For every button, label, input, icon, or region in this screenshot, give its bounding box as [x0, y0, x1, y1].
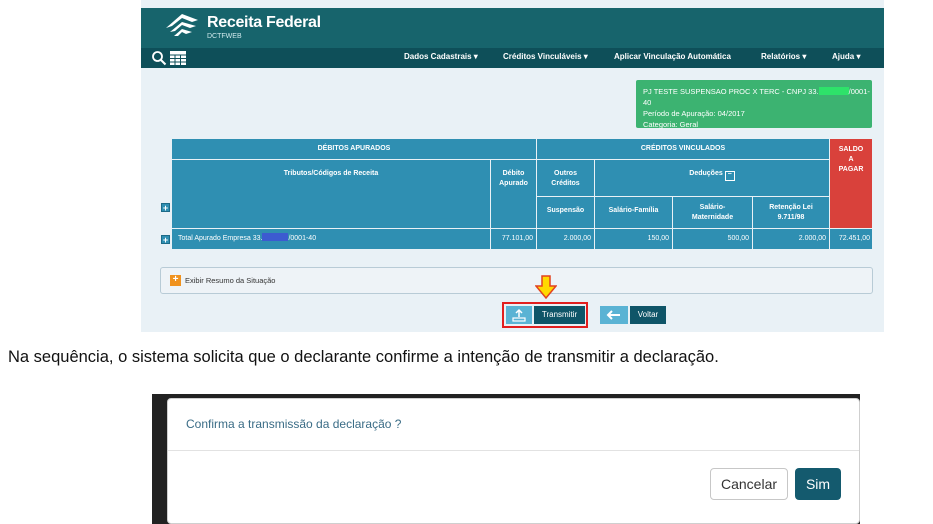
debitos-header: DÉBITOS APURADOS	[172, 139, 536, 159]
nav-relatorios[interactable]: Relatórios ▾	[761, 52, 806, 61]
cancel-button[interactable]: Cancelar	[710, 468, 788, 500]
total-row-label: Total Apurado Empresa 33./0001-40	[172, 229, 490, 249]
transmit-icon-button[interactable]	[506, 306, 532, 324]
redacted-mask	[818, 87, 849, 95]
total-saldo: 72.451,00	[830, 229, 872, 249]
col-deducoes: Deduções −	[595, 160, 829, 196]
total-debito: 77.101,00	[491, 229, 536, 249]
col-tributos: Tributos/Códigos de Receita	[172, 160, 490, 228]
grid-menu-icon[interactable]	[170, 51, 186, 65]
arrow-down-icon	[535, 275, 557, 299]
upload-icon	[512, 308, 526, 322]
nav-ajuda[interactable]: Ajuda ▾	[832, 52, 860, 61]
back-icon-button[interactable]	[600, 306, 628, 324]
creditos-header: CRÉDITOS VINCULADOS	[537, 139, 829, 159]
nav-dados-cadastrais[interactable]: Dados Cadastrais ▾	[404, 52, 478, 61]
search-icon[interactable]	[151, 50, 167, 66]
col-salario-familia: Salário-Família	[595, 197, 672, 228]
period: Período de Apuração: 04/2017	[643, 109, 745, 118]
brand-subtitle: DCTFWEB	[207, 33, 242, 40]
total-retencao: 2.000,00	[753, 229, 829, 249]
col-outros: Outros Créditos	[537, 160, 594, 196]
saldo-header: SALDO A PAGAR	[830, 139, 872, 228]
col-suspensao: Suspensão	[537, 197, 594, 228]
total-salario-familia: 150,00	[595, 229, 672, 249]
expand-icon[interactable]: +	[161, 203, 170, 213]
dialog-divider	[168, 450, 859, 451]
back-button[interactable]: Voltar	[630, 306, 666, 324]
taxpayer-info-box: PJ TESTE SUSPENSAO PROC X TERC - CNPJ 33…	[636, 80, 872, 129]
col-salario-maternidade: Salário-Maternidade	[673, 197, 752, 228]
nav-aplicar-vinculacao[interactable]: Aplicar Vinculação Automática	[614, 52, 731, 61]
confirm-button[interactable]: Sim	[795, 468, 841, 500]
collapse-icon[interactable]: −	[724, 171, 735, 181]
total-suspensao: 2.000,00	[537, 229, 594, 249]
total-salario-maternidade: 500,00	[673, 229, 752, 249]
redacted-mask	[262, 233, 289, 241]
taxpayer-name: PJ TESTE SUSPENSAO PROC X TERC - CNPJ 33…	[643, 87, 870, 107]
arrow-left-icon	[606, 310, 620, 320]
brand-title: Receita Federal	[207, 14, 321, 31]
nav-creditos-vinculaveis[interactable]: Créditos Vinculáveis ▾	[503, 52, 588, 61]
col-debito: Débito Apurado	[491, 160, 536, 228]
col-retencao: Retenção Lei 9.711/98	[753, 197, 829, 228]
expand-orange-icon[interactable]: +	[170, 275, 181, 286]
caption-text: Na sequência, o sistema solicita que o d…	[8, 348, 719, 366]
resumo-link[interactable]: Exibir Resumo da Situação	[185, 276, 275, 285]
expand-row-icon[interactable]: +	[161, 235, 170, 245]
category: Categoria: Geral	[643, 120, 699, 129]
dialog-title: Confirma a transmissão da declaração ?	[186, 417, 402, 431]
transmit-button[interactable]: Transmitir	[534, 306, 585, 324]
receita-logo-icon	[166, 14, 198, 36]
